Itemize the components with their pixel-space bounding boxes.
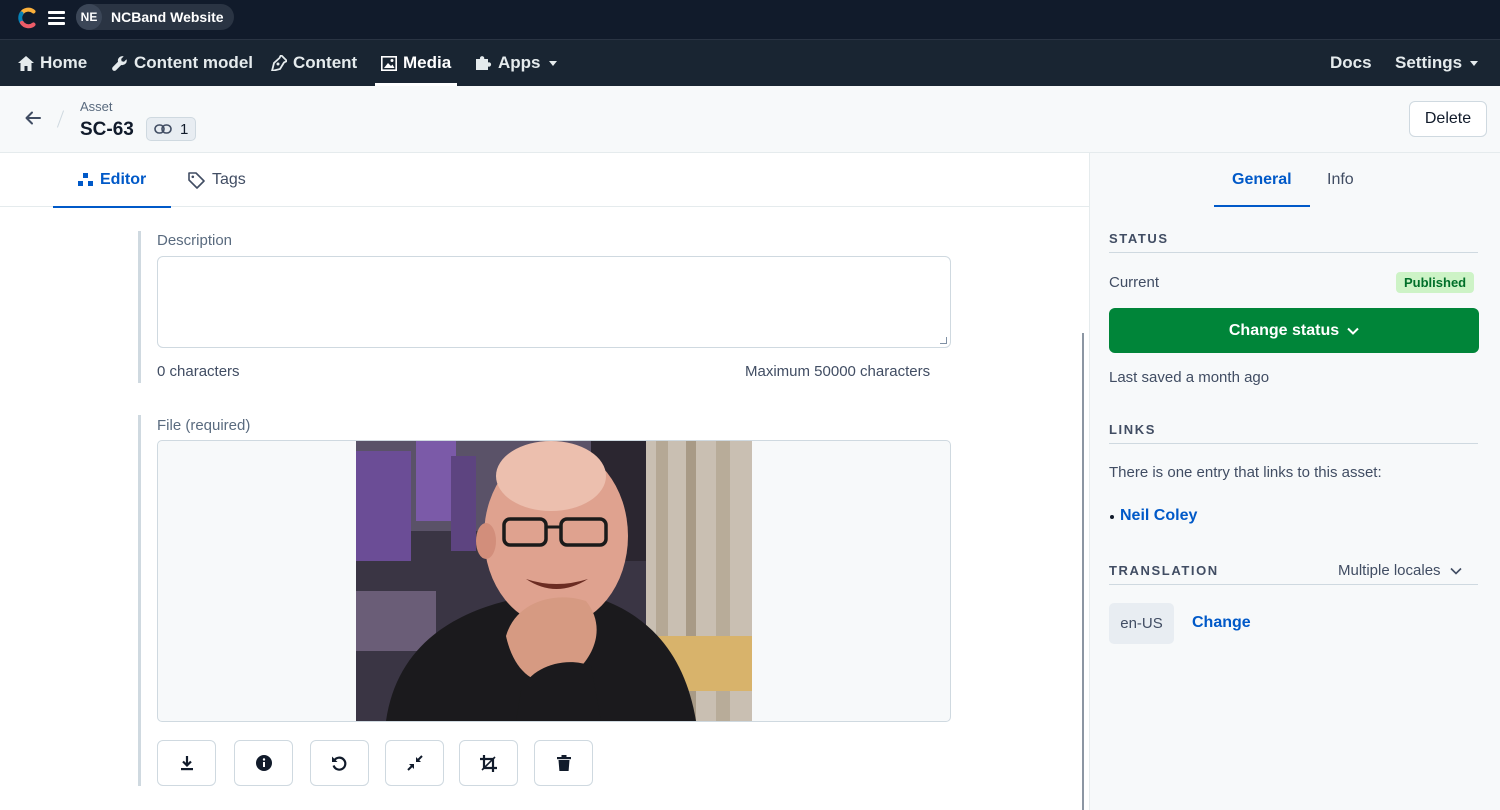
link-icon: [154, 124, 172, 134]
asset-photo[interactable]: [356, 441, 752, 721]
current-status-label: Current: [1109, 274, 1160, 291]
chevron-down-icon: [1449, 567, 1462, 575]
nav-docs[interactable]: Docs: [1330, 40, 1372, 86]
nav-apps[interactable]: Apps: [475, 40, 557, 86]
sidebar-tabs: General Info: [1090, 153, 1500, 207]
description-input[interactable]: [157, 256, 951, 348]
translation-section-title: TRANSLATION: [1109, 563, 1219, 578]
shrink-icon: [406, 755, 423, 771]
wrench-icon: [112, 56, 127, 71]
menu-icon[interactable]: [48, 11, 65, 25]
download-button[interactable]: [157, 740, 216, 786]
nav-content-label: Content: [293, 53, 358, 72]
file-preview: [157, 440, 951, 722]
download-icon: [180, 756, 193, 771]
main-navigation: Home Content model Content Media Apps Do…: [0, 40, 1500, 86]
nav-settings[interactable]: Settings: [1395, 40, 1479, 86]
chevron-down-icon: [1347, 327, 1359, 335]
nav-content-model[interactable]: Content model: [112, 40, 253, 86]
links-divider: [1109, 443, 1478, 444]
home-icon: [18, 55, 34, 71]
tab-editor-label: Editor: [100, 171, 147, 188]
file-label: File (required): [157, 417, 251, 434]
chevron-down-icon: [1470, 60, 1479, 66]
description-char-count: 0 characters: [157, 363, 240, 380]
info-icon: [255, 755, 272, 771]
crop-icon: [480, 754, 497, 772]
linked-entry[interactable]: Neil Coley: [1109, 507, 1197, 525]
breadcrumb: Asset: [80, 99, 113, 114]
back-arrow-icon[interactable]: [23, 108, 43, 128]
breadcrumb-divider: [56, 110, 65, 128]
space-name: NCBand Website: [111, 9, 224, 25]
nav-docs-label: Docs: [1330, 53, 1372, 72]
file-field-indicator: [138, 415, 141, 786]
locale-tag: en-US: [1109, 603, 1174, 644]
puzzle-icon: [476, 56, 492, 70]
nav-apps-label: Apps: [498, 53, 541, 72]
space-avatar: NE: [76, 4, 102, 30]
status-section-title: STATUS: [1109, 231, 1169, 246]
resize-handle-icon[interactable]: [940, 337, 947, 344]
tab-info[interactable]: Info: [1327, 153, 1354, 207]
translation-divider: [1109, 584, 1478, 585]
page-title: SC-63: [80, 119, 134, 140]
links-count: 1: [180, 120, 189, 138]
image-icon: [381, 55, 397, 71]
nav-home-label: Home: [40, 53, 88, 72]
editor-tabs: Editor Tags: [0, 153, 1090, 208]
nav-home[interactable]: Home: [18, 40, 87, 86]
change-status-label: Change status: [1228, 321, 1340, 339]
description-max-chars: Maximum 50000 characters: [745, 363, 931, 380]
tab-editor[interactable]: Editor: [52, 153, 172, 208]
chevron-down-icon: [548, 60, 557, 66]
nav-settings-label: Settings: [1395, 53, 1463, 72]
change-locale-link[interactable]: Change: [1192, 614, 1251, 632]
locale-mode-value: Multiple locales: [1338, 562, 1441, 579]
tab-tags-label: Tags: [212, 171, 246, 188]
info-button[interactable]: [234, 740, 293, 786]
status-divider: [1109, 252, 1478, 253]
pen-nib-icon: [271, 55, 287, 71]
status-badge: Published: [1396, 272, 1475, 293]
tab-general[interactable]: General: [1214, 153, 1310, 207]
crop-button[interactable]: [459, 740, 518, 786]
rotate-icon: [332, 756, 347, 771]
delete-file-button[interactable]: [534, 740, 593, 786]
nav-content-model-label: Content model: [134, 53, 253, 72]
links-section-title: LINKS: [1109, 422, 1156, 437]
entity-sidebar: General Info STATUS Current Published Ch…: [1089, 153, 1500, 810]
description-field-indicator: [138, 231, 141, 383]
contentful-logo-icon[interactable]: [17, 7, 39, 29]
top-bar: NE NCBand Website: [0, 0, 1500, 40]
last-saved-text: Last saved a month ago: [1109, 369, 1270, 386]
locale-mode-select[interactable]: Multiple locales: [1338, 562, 1462, 579]
nav-media-label: Media: [403, 53, 452, 72]
space-switcher[interactable]: NE NCBand Website: [76, 4, 234, 30]
editor-icon: [78, 173, 93, 186]
tab-tags[interactable]: Tags: [188, 153, 246, 207]
tag-icon: [188, 171, 205, 189]
resize-button[interactable]: [385, 740, 444, 786]
asset-header: Asset SC-63 1 Delete: [0, 86, 1500, 153]
nav-media[interactable]: Media: [374, 40, 458, 86]
description-label: Description: [157, 232, 233, 249]
links-description: There is one entry that links to this as…: [1109, 464, 1382, 481]
nav-content[interactable]: Content: [271, 40, 357, 86]
rotate-button[interactable]: [310, 740, 369, 786]
change-status-button[interactable]: Change status: [1109, 308, 1479, 353]
scrollbar[interactable]: [1082, 333, 1084, 810]
trash-icon: [556, 755, 571, 771]
delete-button[interactable]: Delete: [1409, 101, 1487, 137]
links-badge[interactable]: 1: [146, 117, 197, 141]
